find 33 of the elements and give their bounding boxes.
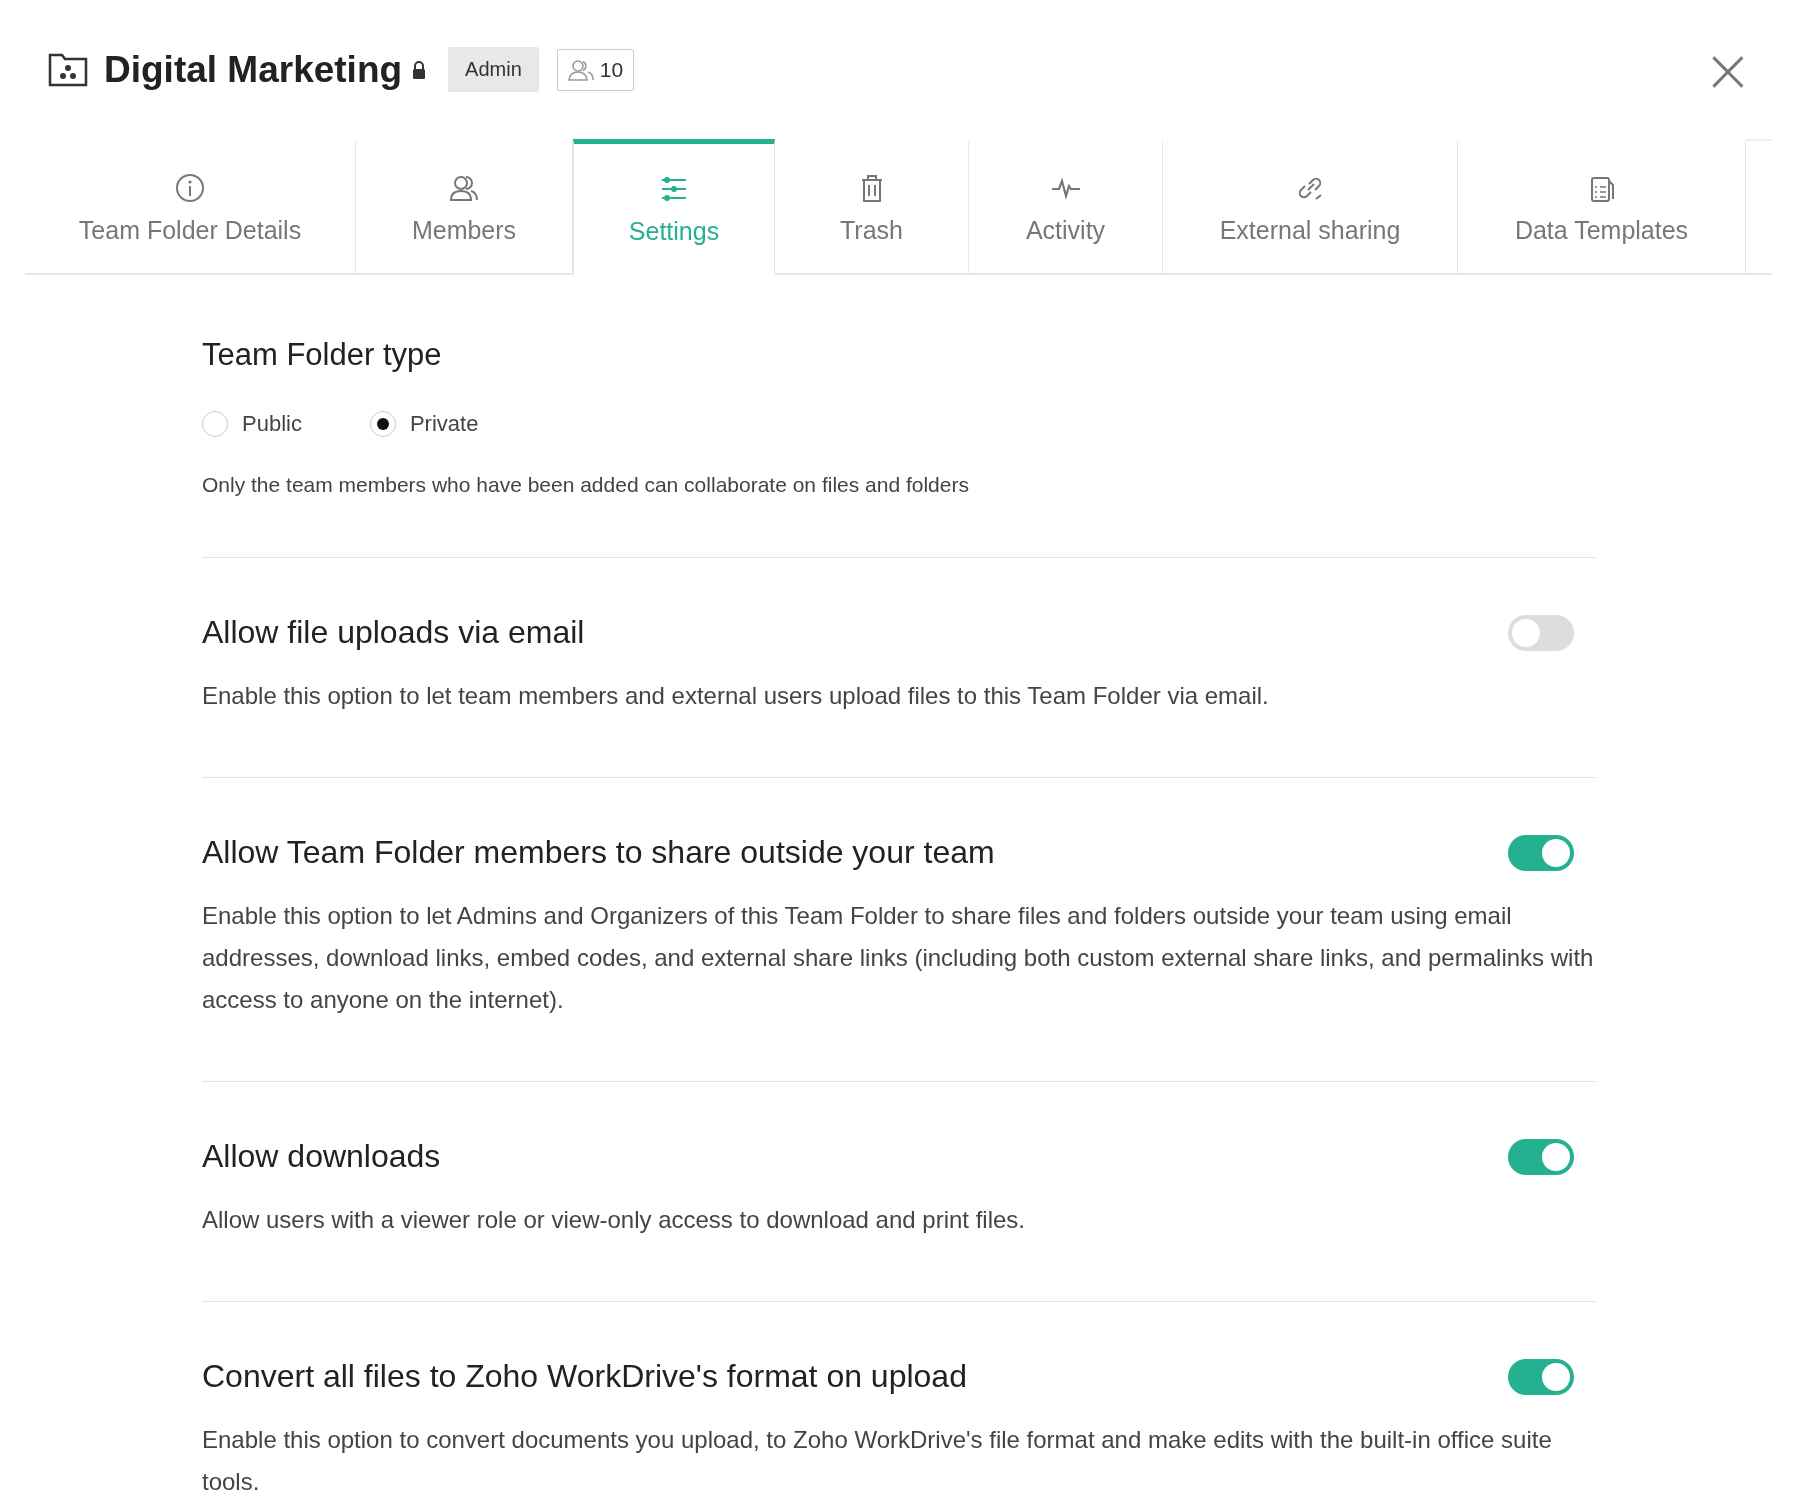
- folder-type-description: Only the team members who have been added can collaborate on files and folders: [202, 473, 970, 497]
- folder-title: Digital Marketing: [104, 48, 403, 91]
- toggle-switch[interactable]: [1508, 834, 1574, 871]
- section-heading: Team Folder type: [202, 337, 443, 373]
- tab[interactable]: External sharing: [1163, 139, 1458, 273]
- radio-option[interactable]: Private: [369, 411, 479, 437]
- people-icon: [567, 58, 594, 81]
- setting-title: Convert all files to Zoho WorkDrive's format on upload: [202, 1358, 967, 1395]
- setting-description: Allow users with a viewer role or view-only access to download and print files.: [202, 1205, 1027, 1235]
- folder-icon: [48, 52, 88, 87]
- lock-icon: [412, 60, 427, 79]
- tab[interactable]: Members: [356, 139, 573, 273]
- setting-description: Enable this option to convert documents you upload, to Zoho WorkDrive's file format and make edits with the built-in office suite tools.: [202, 1425, 1553, 1497]
- radio-label: Public: [242, 411, 302, 437]
- setting-description: Enable this option to let team members and external users upload files to this Team Folder via email.: [202, 681, 1270, 711]
- setting-description: Enable this option to let Admins and Organizers of this Team Folder to share files and folders outside your team using email addresses, download links, embed codes, and external share links (including both custom external share links, and permalinks with access to anyone on the internet).: [202, 901, 1595, 1015]
- setting-title: Allow Team Folder members to share outside your team: [202, 834, 995, 871]
- setting-title: Allow downloads: [202, 1138, 441, 1175]
- setting-title: Allow file uploads via email: [202, 614, 585, 651]
- radio-label: Private: [409, 411, 479, 437]
- role-badge: Admin: [448, 47, 539, 92]
- toggle-switch[interactable]: [1508, 1138, 1574, 1175]
- tab[interactable]: Team Folder Details: [25, 139, 356, 273]
- tab[interactable]: Activity: [969, 139, 1163, 273]
- close-button[interactable]: ×: [1694, 39, 1761, 100]
- tab[interactable]: Data Templates: [1458, 139, 1746, 273]
- info-icon: [174, 172, 206, 204]
- radio-option[interactable]: Public: [202, 411, 302, 437]
- tab[interactable]: Settings: [573, 139, 775, 275]
- toggle-switch[interactable]: [1508, 614, 1574, 651]
- tab[interactable]: Trash: [775, 139, 969, 273]
- toggle-switch[interactable]: [1508, 1358, 1574, 1395]
- member-count-button[interactable]: 10: [556, 48, 635, 91]
